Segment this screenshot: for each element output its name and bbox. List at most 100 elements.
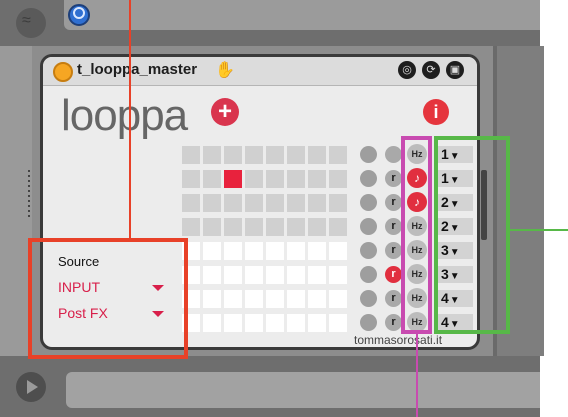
grid-step-cell[interactable] [308, 266, 326, 284]
track-reverse-button[interactable]: r [385, 218, 402, 235]
grid-step-cell[interactable] [203, 242, 221, 260]
grid-step-cell[interactable] [308, 242, 326, 260]
annotation-red-box [28, 238, 188, 359]
grid-step-cell[interactable] [266, 170, 284, 188]
track-mute-dot[interactable] [360, 266, 377, 283]
wave-icon: ≈ [22, 12, 31, 29]
title-icons: ◎ ⟳ ▣ [398, 61, 470, 81]
info-button[interactable]: i [423, 99, 449, 125]
grid-step-cell[interactable] [203, 170, 221, 188]
grid-step-cell[interactable] [308, 194, 326, 212]
track-mute-dot[interactable] [360, 242, 377, 259]
grid-step-cell[interactable] [329, 266, 347, 284]
grid-step-cell[interactable] [329, 170, 347, 188]
track-reverse-button[interactable]: r [385, 314, 402, 331]
grid-step-cell[interactable] [308, 314, 326, 332]
track-mute-dot[interactable] [360, 314, 377, 331]
grid-step-cell[interactable] [287, 218, 305, 236]
track-reverse-button[interactable]: r [385, 266, 402, 283]
add-button[interactable]: + [211, 98, 239, 126]
save-icon[interactable]: ▣ [446, 61, 464, 79]
track-reverse-button[interactable]: r [385, 290, 402, 307]
grid-step-cell[interactable] [224, 242, 242, 260]
grid-step-cell[interactable] [182, 146, 200, 164]
grid-step-cell[interactable] [245, 146, 263, 164]
refresh-icon[interactable]: ⟳ [422, 61, 440, 79]
grid-step-cell[interactable] [329, 146, 347, 164]
grid-step-cell[interactable] [308, 170, 326, 188]
grid-step-cell[interactable] [329, 194, 347, 212]
track-mute-dot[interactable] [360, 146, 377, 163]
grid-step-cell[interactable] [224, 290, 242, 308]
grid-step-cell[interactable] [182, 194, 200, 212]
grid-step-cell[interactable] [287, 290, 305, 308]
host-menu-button[interactable] [16, 8, 46, 38]
grid-step-cell[interactable] [203, 314, 221, 332]
grid-step-cell[interactable] [245, 242, 263, 260]
grid-step-cell[interactable] [308, 218, 326, 236]
track-mute-dot[interactable] [360, 218, 377, 235]
grid-step-cell[interactable] [245, 218, 263, 236]
grid-step-cell[interactable] [287, 170, 305, 188]
grid-step-cell[interactable] [224, 194, 242, 212]
track-reverse-button[interactable]: r [385, 242, 402, 259]
annotation-pink-box [401, 136, 432, 334]
play-icon[interactable] [16, 372, 46, 402]
resize-handle[interactable] [28, 170, 30, 220]
annotation-pink-line [416, 334, 418, 417]
track-reverse-button[interactable]: r [385, 170, 402, 187]
annotation-green-line [510, 229, 568, 231]
grid-step-cell[interactable] [266, 242, 284, 260]
annotation-red-line [129, 0, 131, 240]
grid-step-cell[interactable] [266, 266, 284, 284]
grid-step-cell[interactable] [245, 170, 263, 188]
grid-step-cell[interactable] [266, 290, 284, 308]
grid-step-cell[interactable] [329, 242, 347, 260]
grid-step-cell[interactable] [224, 266, 242, 284]
track-mute-dot[interactable] [360, 194, 377, 211]
grid-step-cell[interactable] [329, 314, 347, 332]
grid-step-cell[interactable] [287, 314, 305, 332]
track-reverse-button[interactable] [385, 146, 402, 163]
grid-step-cell[interactable] [182, 218, 200, 236]
grid-step-cell[interactable] [224, 170, 242, 188]
annotation-green-box [434, 136, 510, 334]
grid-step-cell[interactable] [329, 290, 347, 308]
grid-step-cell[interactable] [329, 218, 347, 236]
grid-step-cell[interactable] [287, 194, 305, 212]
device-title-bar: t_looppa_master ✋ ◎ ⟳ ▣ [43, 57, 477, 86]
grid-step-cell[interactable] [287, 266, 305, 284]
host-bottom-field[interactable] [66, 372, 540, 408]
hand-icon[interactable]: ✋ [215, 60, 235, 80]
host-top-well [64, 0, 540, 30]
grid-step-cell[interactable] [266, 314, 284, 332]
credit-link[interactable]: tommasorosati.it [354, 333, 442, 347]
grid-step-cell[interactable] [224, 146, 242, 164]
track-mute-dot[interactable] [360, 170, 377, 187]
grid-step-cell[interactable] [266, 146, 284, 164]
track-mute-dot[interactable] [360, 290, 377, 307]
track-reverse-button[interactable]: r [385, 194, 402, 211]
grid-step-cell[interactable] [308, 146, 326, 164]
grid-step-cell[interactable] [308, 290, 326, 308]
grid-step-cell[interactable] [266, 194, 284, 212]
grid-step-cell[interactable] [224, 314, 242, 332]
grid-step-cell[interactable] [203, 266, 221, 284]
device-title: t_looppa_master [77, 61, 198, 78]
headphones-icon[interactable]: ◎ [398, 61, 416, 79]
grid-step-cell[interactable] [203, 146, 221, 164]
grid-step-cell[interactable] [203, 194, 221, 212]
grid-step-cell[interactable] [245, 314, 263, 332]
power-icon[interactable] [68, 4, 90, 26]
grid-step-cell[interactable] [287, 242, 305, 260]
grid-step-cell[interactable] [266, 218, 284, 236]
grid-step-cell[interactable] [203, 290, 221, 308]
grid-step-cell[interactable] [245, 266, 263, 284]
device-fold-button[interactable] [53, 62, 73, 82]
grid-step-cell[interactable] [245, 290, 263, 308]
grid-step-cell[interactable] [182, 170, 200, 188]
grid-step-cell[interactable] [203, 218, 221, 236]
grid-step-cell[interactable] [245, 194, 263, 212]
grid-step-cell[interactable] [287, 146, 305, 164]
grid-step-cell[interactable] [224, 218, 242, 236]
